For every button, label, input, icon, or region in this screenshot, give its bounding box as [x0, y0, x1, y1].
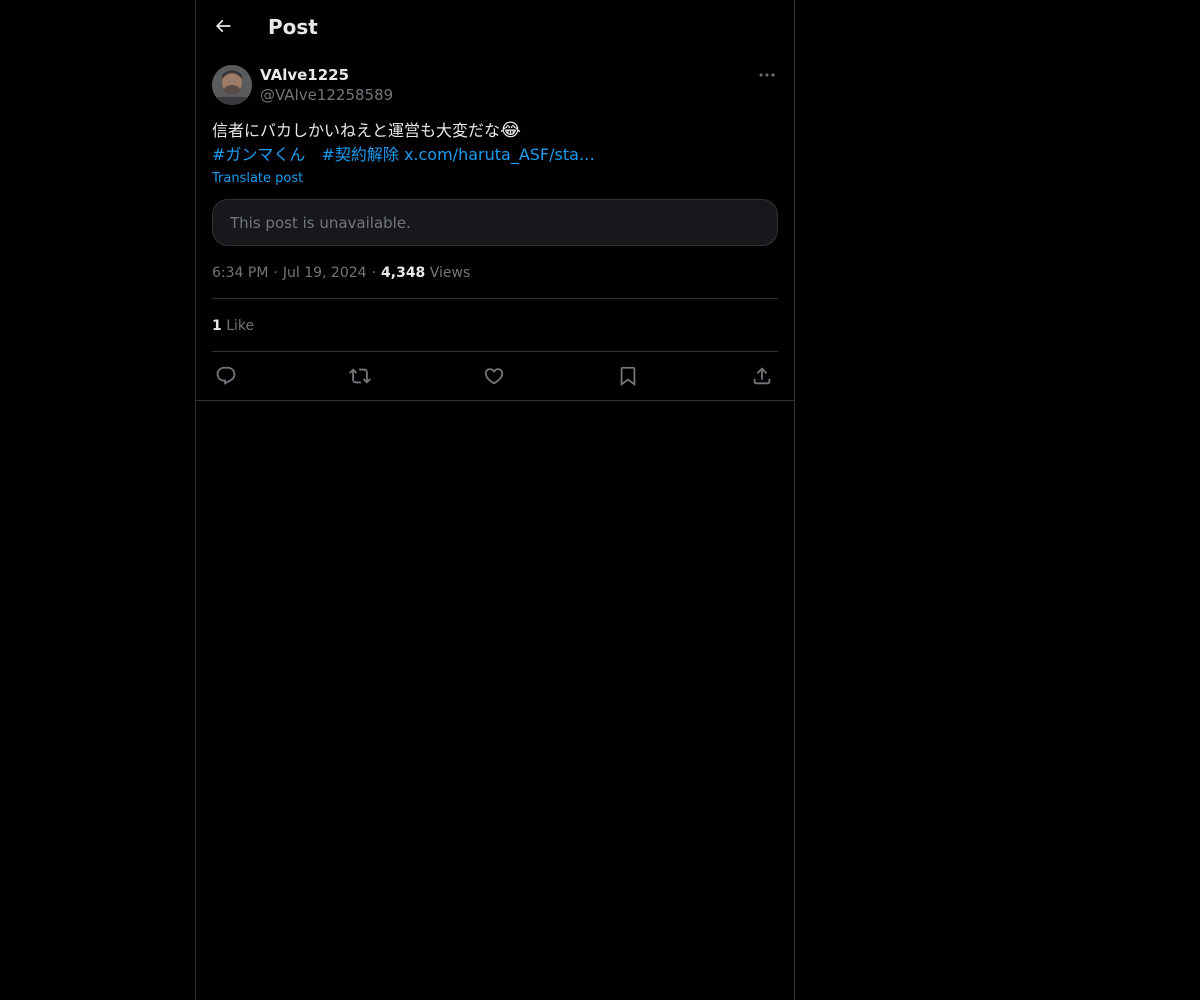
action-bar: [212, 362, 778, 390]
likes-summary[interactable]: 1 Like: [212, 316, 254, 336]
like-icon: [484, 368, 504, 385]
section-divider: [196, 400, 794, 401]
page-title: Post: [268, 15, 318, 39]
views-label: Views: [429, 265, 471, 281]
back-button[interactable]: [208, 11, 238, 41]
reply-button[interactable]: [212, 362, 240, 390]
user-handle[interactable]: @VAlve12258589: [260, 85, 393, 105]
post-links-line: #ガンマくん #契約解除 x.com/haruta_ASF/sta…: [212, 143, 778, 167]
unavailable-notice: This post is unavailable.: [230, 214, 411, 232]
hashtag-link[interactable]: #契約解除: [321, 145, 398, 164]
more-horizontal-icon: [759, 73, 775, 77]
hashtag-link[interactable]: #ガンマくん: [212, 145, 305, 164]
repost-icon: [349, 368, 371, 384]
arrow-left-icon: [215, 19, 231, 33]
repost-button[interactable]: [346, 362, 374, 390]
post-author: VAlve1225 @VAlve12258589: [212, 64, 778, 106]
post-detail-column: Post VAlve1225 @VAlve12258589 信者にバカしかいねえ…: [195, 0, 795, 1000]
reply-icon: [216, 366, 236, 385]
post-time[interactable]: 6:34 PM: [212, 265, 268, 281]
like-count: 1: [212, 318, 222, 334]
embedded-post-card: This post is unavailable.: [212, 199, 778, 246]
laughing-emoji-icon: 😂: [500, 120, 522, 141]
avatar-image: [212, 65, 252, 105]
divider: [212, 298, 778, 299]
divider: [212, 351, 778, 352]
post-text: 信者にバカしかいねえと運営も大変だな: [212, 121, 501, 140]
avatar[interactable]: [212, 65, 252, 105]
meta-separator: ·: [371, 265, 377, 281]
like-button[interactable]: [480, 362, 508, 390]
post-date[interactable]: Jul 19, 2024: [283, 265, 367, 281]
post-text-line: 信者にバカしかいねえと運営も大変だな😂: [212, 119, 778, 143]
top-header: Post: [196, 0, 794, 53]
bookmark-icon: [620, 366, 636, 387]
share-icon: [753, 367, 771, 385]
url-link[interactable]: x.com/haruta_ASF/sta…: [404, 145, 595, 164]
more-options-button[interactable]: [756, 65, 778, 85]
meta-separator: ·: [273, 265, 278, 281]
display-name[interactable]: VAlve1225: [260, 65, 349, 85]
share-button[interactable]: [748, 362, 776, 390]
views-count: 4,348: [381, 265, 426, 281]
post-body: 信者にバカしかいねえと運営も大変だな😂 #ガンマくん #契約解除 x.com/h…: [212, 119, 778, 167]
translate-post-link[interactable]: Translate post: [212, 170, 303, 188]
post-metadata: 6:34 PM · Jul 19, 2024 · 4,348 Views: [212, 263, 470, 283]
bookmark-button[interactable]: [614, 362, 642, 390]
like-label: Like: [226, 318, 255, 334]
